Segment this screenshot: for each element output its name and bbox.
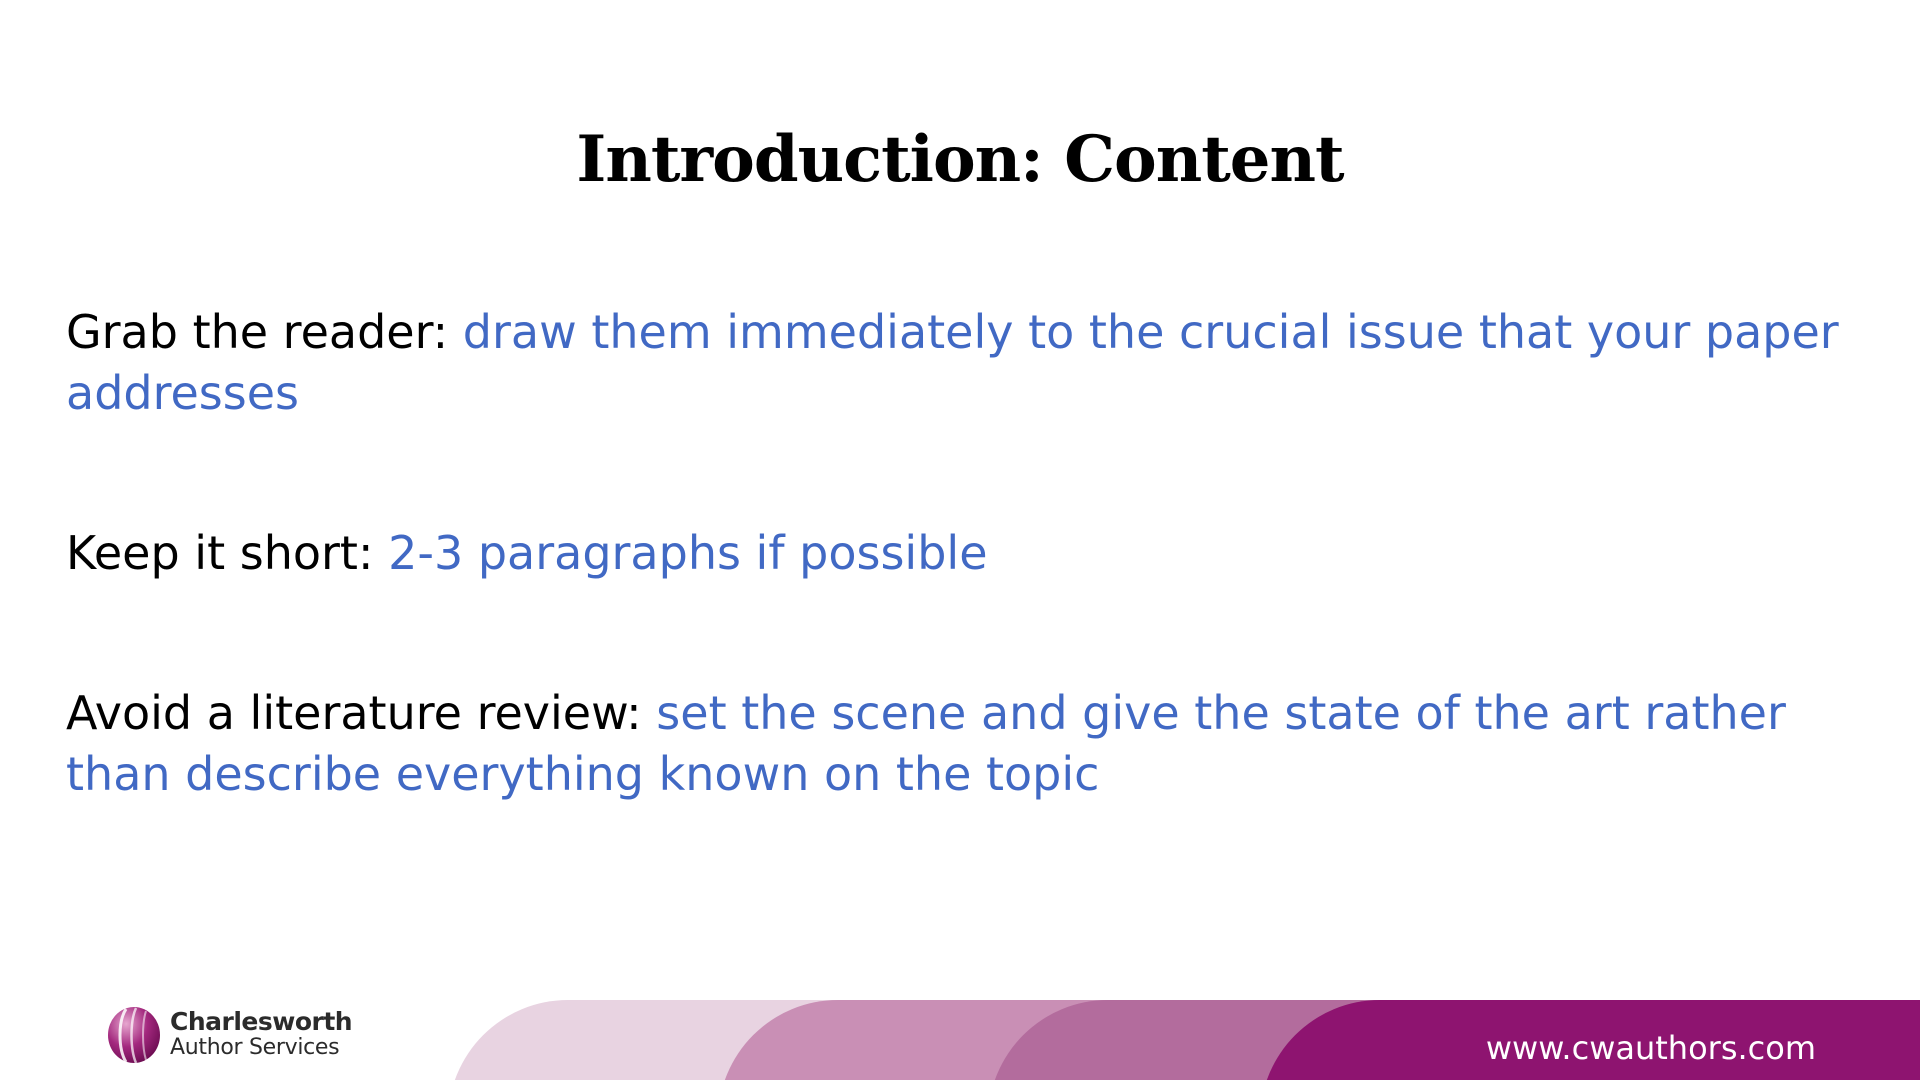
charlesworth-globe-icon <box>108 1007 160 1064</box>
bullet-lead: Keep it short: <box>66 526 389 580</box>
bullet-keep-short: Keep it short: 2-3 paragraphs if possibl… <box>66 523 1876 584</box>
slide-title: Introduction: Content <box>576 122 1344 197</box>
slide: Introduction: Content Grab the reader: d… <box>0 0 1920 1080</box>
logo-text: Charlesworth Author Services <box>170 1007 353 1061</box>
logo-subtitle: Author Services <box>170 1035 340 1060</box>
footer-url: www.cwauthors.com <box>1485 1029 1816 1067</box>
bullet-lead: Grab the reader: <box>66 305 463 359</box>
logo-name: Charlesworth <box>170 1007 353 1036</box>
bullet-lead: Avoid a literature review: <box>66 686 657 740</box>
bullet-detail: 2-3 paragraphs if possible <box>388 526 988 580</box>
charlesworth-logo: Charlesworth Author Services <box>104 1002 353 1068</box>
bullet-grab-reader: Grab the reader: draw them immediately t… <box>66 302 1876 424</box>
bullet-avoid-literature-review: Avoid a literature review: set the scene… <box>66 683 1876 805</box>
